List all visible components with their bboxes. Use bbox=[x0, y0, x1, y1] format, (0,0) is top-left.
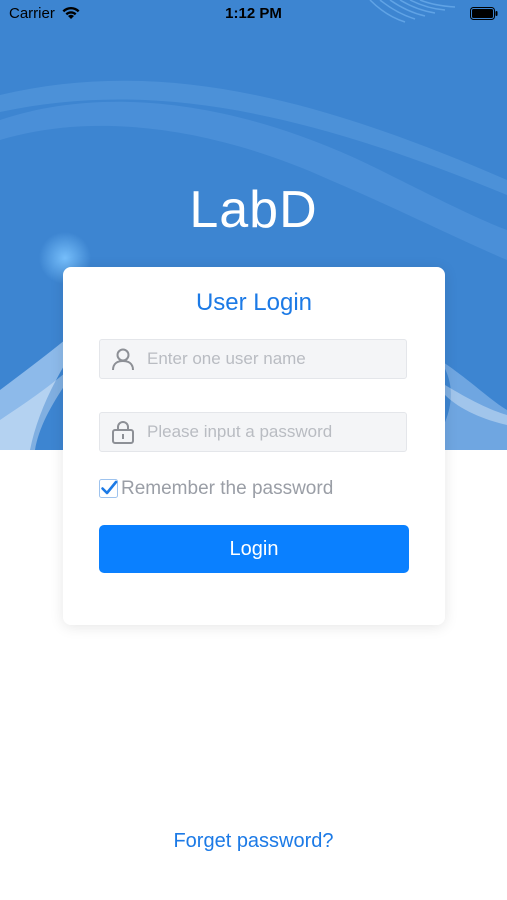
status-time: 1:12 PM bbox=[225, 5, 282, 22]
login-screen: Carrier 1:12 PM LabD User Login Enter on… bbox=[0, 0, 507, 900]
username-field[interactable] bbox=[99, 339, 407, 379]
status-bar: Carrier 1:12 PM bbox=[0, 0, 507, 28]
login-card: User Login Remember the password Logi bbox=[63, 267, 445, 625]
app-title: LabD bbox=[189, 181, 318, 239]
username-input[interactable] bbox=[147, 340, 402, 378]
lock-icon bbox=[112, 421, 134, 444]
remember-checkbox[interactable] bbox=[99, 479, 118, 498]
password-input[interactable] bbox=[147, 413, 402, 451]
login-button[interactable]: Login bbox=[99, 525, 409, 573]
remember-password-option[interactable]: Remember the password bbox=[99, 477, 379, 501]
password-field[interactable] bbox=[99, 412, 407, 452]
remember-label[interactable]: Remember the password bbox=[121, 478, 333, 500]
battery-icon bbox=[470, 7, 498, 20]
card-title: User Login bbox=[195, 289, 313, 316]
user-icon bbox=[112, 348, 134, 371]
forget-password-link[interactable]: Forget password? bbox=[0, 830, 507, 853]
